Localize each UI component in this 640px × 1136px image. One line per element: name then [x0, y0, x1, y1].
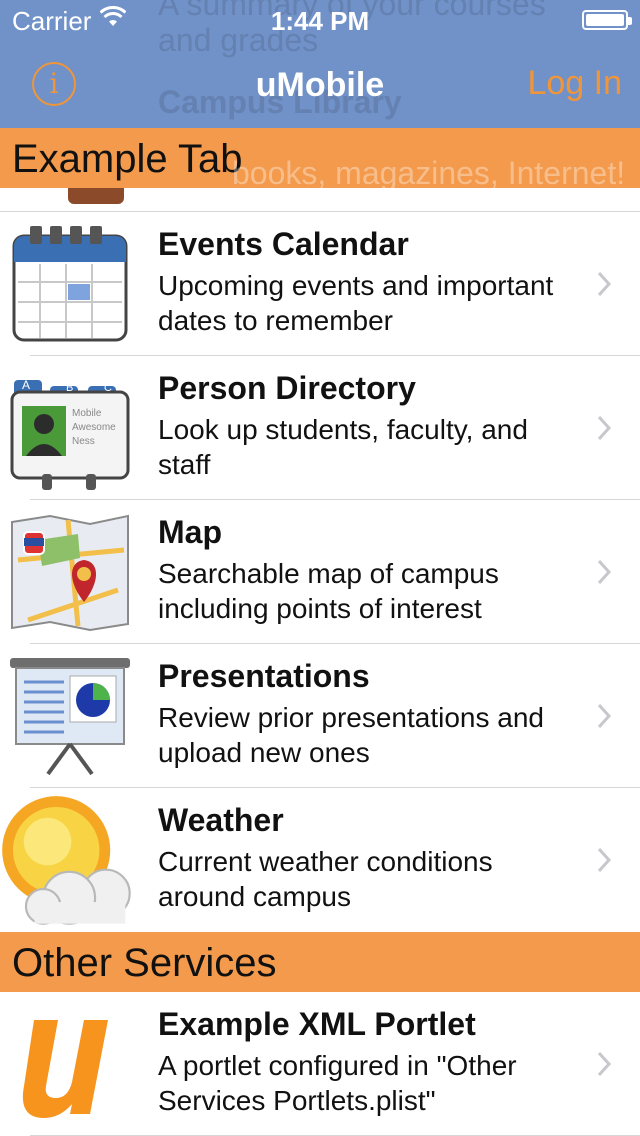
directory-card-label: Mobile [72, 408, 102, 419]
item-title: Example XML Portlet [158, 1006, 476, 1042]
list-item-partially-hidden[interactable] [0, 188, 640, 212]
battery-icon [582, 10, 632, 30]
list-item-example-xml-portlet[interactable]: Example XML Portlet A portlet configured… [0, 992, 640, 1136]
scrolled-content-ghost-text: books, magazines, Internet! [232, 155, 626, 188]
presentation-icon [10, 658, 130, 776]
item-description: Upcoming events and important dates to r… [158, 270, 554, 336]
item-title: Person Directory [158, 370, 416, 406]
chevron-right-icon [597, 847, 612, 873]
item-description: Searchable map of campus including point… [158, 558, 499, 624]
navigation-bar: A summary of your courses and grades Cam… [0, 0, 640, 128]
section-header-example-tab: Example Tab books, magazines, Internet! [0, 128, 640, 188]
section-header-label: Other Services [12, 941, 277, 985]
list-item-map[interactable]: Map Searchable map of campus including p… [0, 500, 640, 644]
directory-card-label: Awesome [72, 422, 116, 433]
chevron-right-icon [597, 703, 612, 729]
list-item-presentations[interactable]: Presentations Review prior presentations… [0, 644, 640, 788]
list-item-weather[interactable]: Weather Current weather conditions aroun… [0, 788, 640, 932]
weather-icon [2, 796, 131, 925]
item-description: Look up students, faculty, and staff [158, 414, 528, 480]
map-icon [11, 514, 129, 632]
chevron-right-icon [597, 271, 612, 297]
item-title: Weather [158, 802, 284, 838]
clock: 1:44 PM [270, 6, 370, 36]
directory-card-label: C [104, 382, 112, 394]
chevron-right-icon [597, 415, 612, 441]
status-bar: Carrier 1:44 PM [0, 0, 640, 40]
directory-card-label: B [66, 382, 74, 394]
item-title: Map [158, 514, 222, 550]
item-description: Review prior presentations and upload ne… [158, 702, 544, 768]
library-icon [68, 188, 124, 204]
section-header-label: Example Tab [12, 137, 243, 181]
list-item-person-directory[interactable]: A B C Mobile Awesome Ness Person Directo… [0, 356, 640, 500]
item-title: Events Calendar [158, 226, 409, 262]
login-button[interactable]: Log In [527, 64, 622, 103]
directory-card-label: Ness [72, 436, 95, 447]
item-description: Current weather conditions around campus [158, 846, 493, 912]
list-item-events-calendar[interactable]: Events Calendar Upcoming events and impo… [0, 212, 640, 356]
chevron-right-icon [597, 1051, 612, 1077]
calendar-icon [12, 226, 128, 342]
item-title: Presentations [158, 658, 370, 694]
item-description: A portlet configured in "Other Services … [158, 1050, 517, 1116]
umobile-logo-icon [22, 1020, 108, 1118]
section-header-other-services: Other Services [0, 932, 640, 992]
chevron-right-icon [597, 559, 612, 585]
directory-card-label: A [22, 378, 31, 392]
